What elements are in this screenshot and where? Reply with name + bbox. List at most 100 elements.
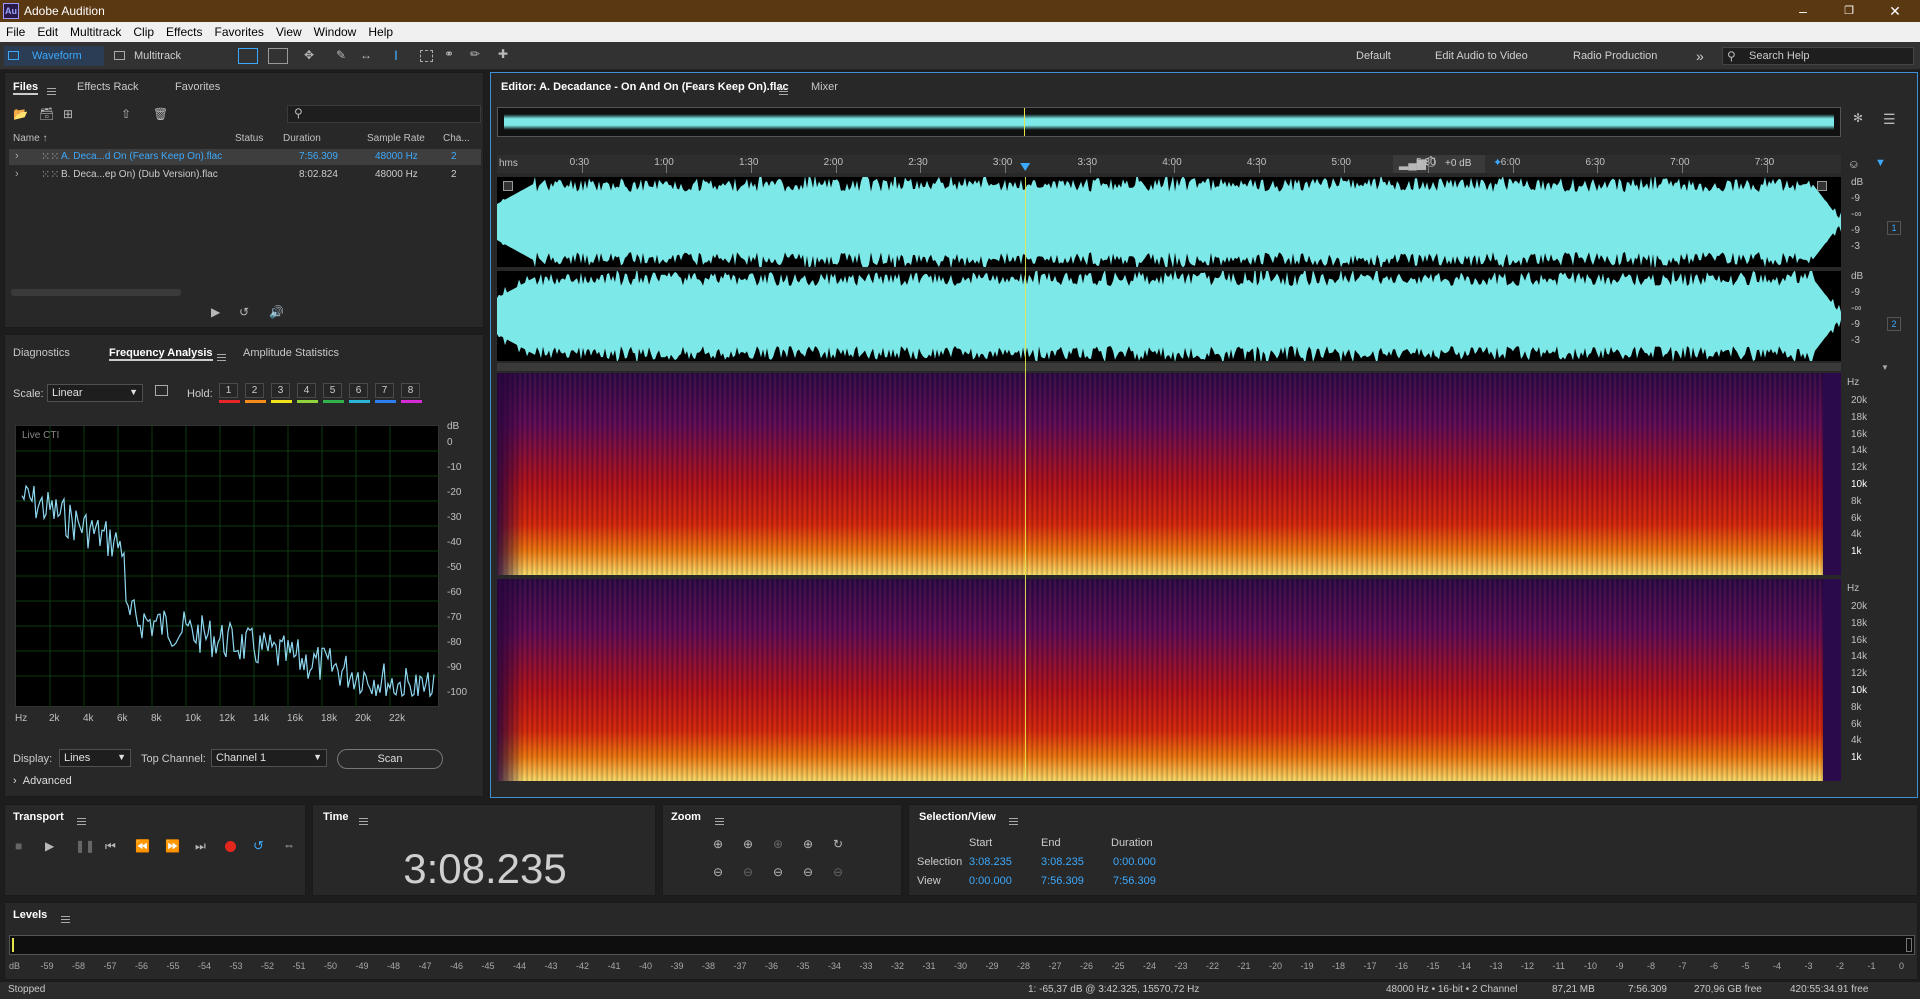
tab-editor[interactable]: Editor: A. Decadance - On And On (Fears … (501, 81, 789, 93)
zoom-out-time-icon[interactable]: ⊖ (743, 865, 753, 879)
rewind-icon[interactable]: ⏪ (135, 839, 150, 853)
fast-forward-icon[interactable]: ⏩ (165, 839, 180, 853)
hold-button-7[interactable]: 7 (375, 383, 394, 398)
col-status[interactable]: Status (235, 133, 263, 144)
workspace-radio-production[interactable]: Radio Production (1573, 46, 1657, 66)
panel-menu-icon[interactable] (359, 817, 368, 825)
tab-diagnostics[interactable]: Diagnostics (13, 347, 70, 359)
skip-back-icon[interactable]: ⏮ (105, 839, 116, 854)
selection-duration[interactable]: 0:00.000 (1113, 856, 1156, 868)
multitrack-view-button[interactable]: Multitrack (112, 46, 192, 66)
delete-icon[interactable]: 🗑 (153, 107, 168, 121)
clip-indicator[interactable] (1906, 938, 1912, 952)
tab-mixer[interactable]: Mixer (811, 81, 838, 93)
copy-icon[interactable] (155, 385, 168, 396)
razor-tool-icon[interactable]: ✎ (336, 48, 346, 62)
top-channel-dropdown[interactable]: Channel 1 ▼ (211, 749, 327, 767)
pane-splitter[interactable] (497, 363, 1841, 371)
hold-button-6[interactable]: 6 (349, 383, 368, 398)
hold-button-2[interactable]: 2 (245, 383, 264, 398)
playhead-handle[interactable] (1020, 163, 1031, 171)
menu-favorites[interactable]: Favorites (209, 22, 270, 42)
panel-menu-icon[interactable] (779, 87, 788, 95)
time-ruler[interactable]: hms ▂▄▆ ⏱ +0 dB ✦ 0:30 1:00 1:30 2:00 2:30 3:… (497, 154, 1841, 173)
waveform-channel-2[interactable] (497, 265, 1841, 367)
record-icon[interactable] (225, 841, 236, 852)
hold-button-1[interactable]: 1 (219, 383, 238, 398)
menu-view[interactable]: View (270, 22, 308, 42)
search-help-field[interactable]: ⚲ Search Help (1722, 47, 1914, 65)
channel-1-toggle[interactable]: 1 (1887, 221, 1901, 235)
panel-menu-icon[interactable] (715, 817, 724, 825)
overview-navigator[interactable] (497, 107, 1841, 137)
channel-2-toggle[interactable]: 2 (1887, 317, 1901, 331)
workspace-edit-audio-to-video[interactable]: Edit Audio to Video (1435, 46, 1528, 66)
zoom-out-selection-icon[interactable]: ⊖ (833, 865, 843, 879)
col-channels[interactable]: Cha... (443, 133, 470, 144)
col-duration[interactable]: Duration (283, 133, 321, 144)
clip-corner-icon[interactable] (503, 181, 513, 191)
menu-help[interactable]: Help (362, 22, 399, 42)
skip-selection-icon[interactable]: ⇔ (283, 838, 295, 852)
zoom-lock-icon[interactable]: ✻ (1853, 111, 1863, 125)
panel-menu-icon[interactable] (217, 353, 226, 361)
pause-icon[interactable]: ❚❚ (75, 839, 95, 853)
spot-healing-icon[interactable]: ✚ (498, 47, 508, 61)
layout-icon[interactable]: ☰ (1883, 111, 1896, 128)
zoom-in-time-icon[interactable]: ⊕ (743, 837, 753, 851)
loop-icon[interactable]: ↺ (253, 838, 264, 854)
menu-multitrack[interactable]: Multitrack (64, 22, 127, 42)
files-search-field[interactable]: ⚲ (287, 105, 481, 123)
zoom-reset-icon[interactable]: ↻ (833, 837, 843, 851)
tab-effects-rack[interactable]: Effects Rack (77, 81, 139, 93)
scan-button[interactable]: Scan (337, 749, 443, 769)
insert-icon[interactable]: ⇧ (121, 107, 131, 121)
scale-dropdown[interactable]: Linear ▼ (47, 384, 143, 402)
tab-frequency-analysis[interactable]: Frequency Analysis (109, 347, 213, 361)
zoom-selection-icon[interactable]: ⊕ (803, 837, 813, 851)
hold-button-5[interactable]: 5 (323, 383, 342, 398)
more-workspaces-icon[interactable]: » (1696, 46, 1704, 66)
expand-icon[interactable]: › (15, 150, 19, 162)
selection-start[interactable]: 3:08.235 (969, 856, 1012, 868)
open-file-icon[interactable]: 📂 (13, 107, 28, 121)
expand-icon[interactable]: › (15, 168, 19, 180)
new-file-icon[interactable]: ⊞ (63, 107, 73, 121)
minimize-icon[interactable]: – (1788, 2, 1818, 20)
horizontal-scrollbar[interactable] (11, 289, 181, 296)
menu-clip[interactable]: Clip (127, 22, 160, 42)
play-icon[interactable]: ▶ (45, 839, 54, 853)
advanced-toggle[interactable]: › Advanced (13, 775, 72, 787)
view-start[interactable]: 0:00.000 (969, 875, 1012, 887)
headphones-icon[interactable]: ⎉ (1849, 157, 1859, 172)
waveform-view-button[interactable]: Waveform (4, 46, 104, 66)
file-row[interactable]: › ⁙⁙ A. Deca...d On (Fears Keep On).flac… (9, 149, 481, 165)
zoom-out-full-icon[interactable]: ⊖ (803, 865, 813, 879)
import-file-icon[interactable]: 🗃 (39, 107, 54, 121)
workspace-default[interactable]: Default (1356, 46, 1391, 66)
slip-tool-icon[interactable]: ↔ (360, 48, 372, 62)
view-duration[interactable]: 7:56.309 (1113, 875, 1156, 887)
waveform-channel-1[interactable] (497, 170, 1841, 274)
tab-amplitude-statistics[interactable]: Amplitude Statistics (243, 347, 339, 359)
marker-icon[interactable]: ▼ (1875, 157, 1886, 169)
panel-menu-icon[interactable] (77, 817, 86, 825)
hold-button-8[interactable]: 8 (401, 383, 420, 398)
time-display[interactable]: 3:08.235 (313, 845, 657, 893)
zoom-in-amplitude-icon[interactable]: ⊕ (713, 837, 723, 851)
lasso-tool-icon[interactable]: ⚭ (444, 47, 454, 61)
playhead-line[interactable] (1025, 177, 1027, 781)
clip-corner-icon[interactable] (1817, 181, 1827, 191)
skip-forward-icon[interactable]: ⏭ (195, 839, 206, 854)
spectral-display-icon[interactable] (238, 48, 258, 64)
marquee-tool-icon[interactable] (420, 50, 433, 62)
spectral-channel-1[interactable] (497, 373, 1841, 575)
close-icon[interactable]: ✕ (1880, 2, 1910, 20)
zoom-in-point-icon[interactable]: ⊕ (773, 837, 783, 851)
menu-window[interactable]: Window (308, 22, 363, 42)
loop-preview-icon[interactable]: ↺ (239, 305, 249, 319)
autoplay-icon[interactable]: 🔊 (269, 305, 284, 319)
col-name[interactable]: Name ↑ (13, 133, 47, 144)
hold-button-4[interactable]: 4 (297, 383, 316, 398)
panel-menu-icon[interactable] (47, 87, 56, 95)
